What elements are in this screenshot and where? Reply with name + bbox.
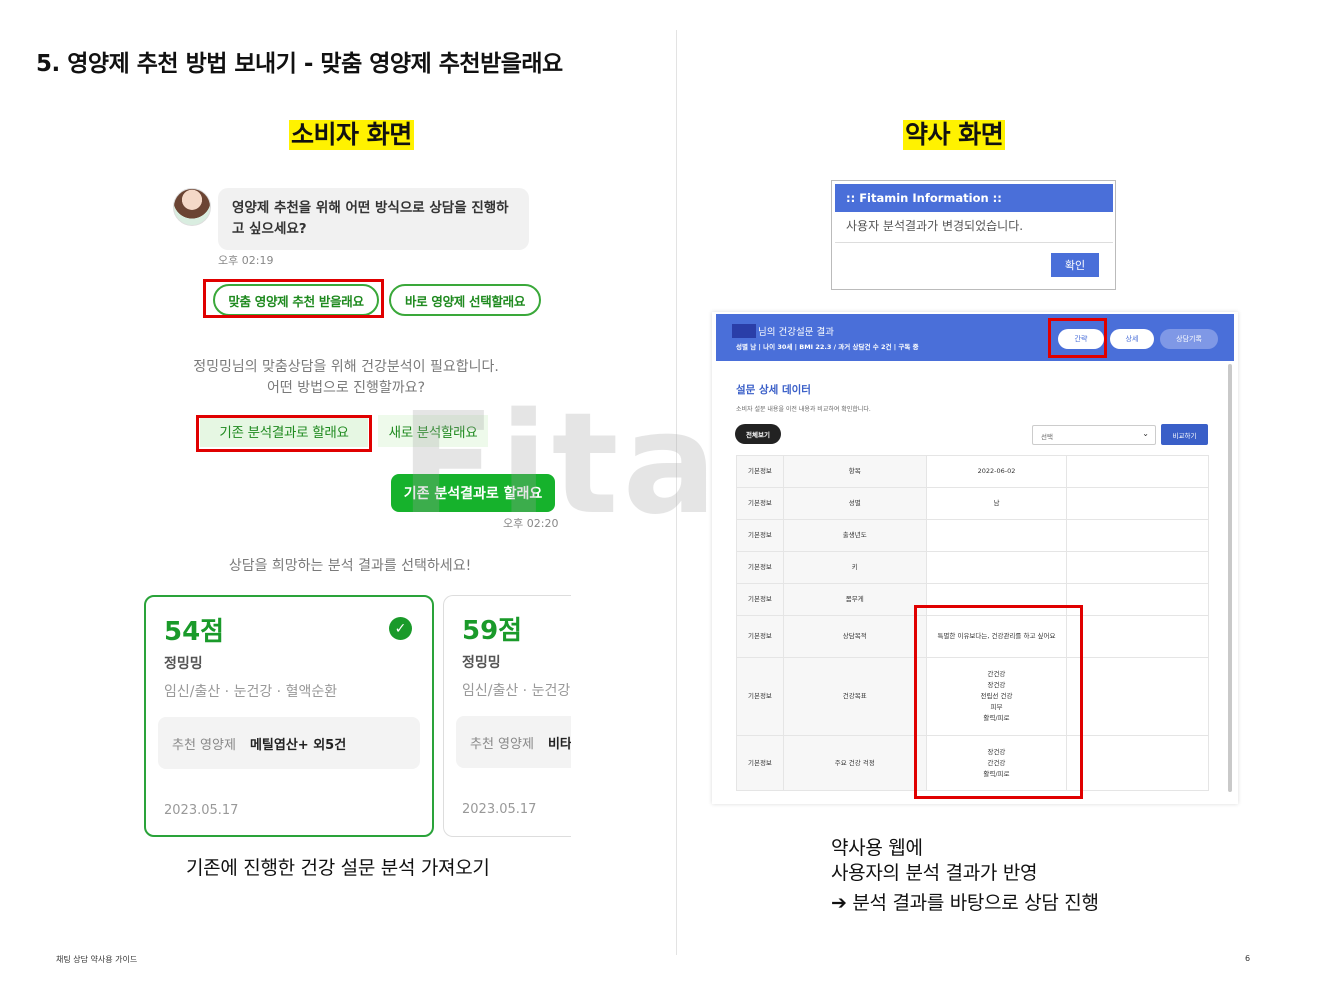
card-name: 정밍밍 [462, 655, 501, 671]
row-item: 항목 [783, 455, 927, 488]
row-item: 건강목표 [783, 657, 927, 736]
row-compare [1066, 657, 1209, 736]
consumer-heading: 소비자 화면 [289, 120, 414, 150]
row-category: 기본정보 [736, 583, 784, 616]
row-compare [1066, 455, 1209, 488]
row-item: 키 [783, 551, 927, 584]
card-score: 54점 [164, 617, 225, 647]
dialog-message: 사용자 분석결과가 변경되었습니다. [846, 219, 1024, 233]
highlight-box [196, 415, 372, 452]
column-divider [676, 30, 677, 955]
highlight-box [203, 279, 384, 318]
row-category: 기본정보 [736, 657, 784, 736]
table-row: 기본정보 키 [736, 551, 1209, 584]
result-card-selected[interactable]: 54점 ✓ 정밍밍 임신/출산 · 눈건강 · 혈액순환 추천 영양제 메틸엽산… [144, 595, 434, 837]
row-category: 기본정보 [736, 487, 784, 520]
card-score: 59점 [462, 616, 523, 646]
card-date: 2023.05.17 [462, 802, 537, 817]
row-category: 기본정보 [736, 519, 784, 552]
system-message: 정밍밍님의 맞춤상담을 위해 건강분석이 필요합니다. 어떤 방법으로 진행할까… [193, 359, 499, 396]
masked-name [732, 324, 756, 338]
footer-guide-title: 채팅 상담 약사용 가이드 [56, 955, 138, 964]
row-category: 기본정보 [736, 735, 784, 791]
page-title: 5. 영양제 추천 방법 보내기 - 맞춤 영양제 추천받을래요 [36, 51, 563, 77]
history-button[interactable]: 상담기록 [1160, 329, 1218, 349]
row-item: 출생년도 [783, 519, 927, 552]
rec-label: 추천 영양제 [172, 737, 236, 753]
check-icon: ✓ [389, 617, 412, 640]
row-compare [1066, 551, 1209, 584]
row-category: 기본정보 [736, 551, 784, 584]
row-value [926, 551, 1068, 584]
pharmacist-heading: 약사 화면 [903, 120, 1006, 150]
chat-bubble: 영양제 추천을 위해 어떤 방식으로 상담을 진행하고 싶으세요? [218, 188, 529, 250]
rec-label: 추천 영양제 [470, 736, 534, 752]
section-title: 설문 상세 데이터 [736, 384, 811, 396]
card-date: 2023.05.17 [164, 803, 239, 818]
message-time: 오후 02:20 [503, 517, 559, 530]
dialog-title: :: Fitamin Information :: [835, 184, 1113, 212]
consumer-caption: 기존에 진행한 건강 설문 분석 가져오기 [186, 857, 490, 879]
rec-value: 메틸엽산+ 외5건 [249, 737, 347, 753]
page-number: 6 [1245, 954, 1251, 963]
card-name: 정밍밍 [164, 656, 203, 672]
card-recommendation: 추천 영양제 비타 [456, 716, 571, 768]
chevron-down-icon: ⌄ [1142, 429, 1149, 438]
row-compare [1066, 615, 1209, 658]
compare-button[interactable]: 비교하기 [1161, 424, 1208, 445]
row-category: 기본정보 [736, 615, 784, 658]
dialog-ok-button[interactable]: 확인 [1051, 253, 1099, 277]
sent-message: 기존 분석결과로 할래요 [391, 474, 555, 512]
row-compare [1066, 583, 1209, 616]
web-subtitle: 성별 남 | 나이 30세 | BMI 22.3 / 과거 상담건 수 2건 |… [736, 343, 919, 351]
table-row: 기본정보 출생년도 [736, 519, 1209, 552]
scrollbar[interactable] [1228, 364, 1232, 792]
web-title: 님의 건강설문 결과 [758, 327, 834, 338]
info-dialog: :: Fitamin Information :: 사용자 분석결과가 변경되었… [831, 180, 1116, 290]
highlight-box [1048, 318, 1107, 358]
row-item: 성별 [783, 487, 927, 520]
counselor-avatar [173, 188, 211, 226]
highlight-box [914, 605, 1083, 799]
card-categories: 임신/출산 · 눈건강 · [462, 683, 571, 699]
detail-view-button[interactable]: 상세 [1110, 329, 1154, 349]
web-header: 님의 건강설문 결과 성별 남 | 나이 30세 | BMI 22.3 / 과거… [716, 314, 1234, 361]
row-compare [1066, 735, 1209, 791]
row-value: 2022-06-02 [926, 455, 1068, 488]
row-compare [1066, 487, 1209, 520]
pharmacist-caption-line1: 약사용 웹에 [831, 837, 923, 859]
rec-value: 비타 [547, 736, 571, 752]
row-compare [1066, 519, 1209, 552]
result-card[interactable]: 59점 정밍밍 임신/출산 · 눈건강 · 추천 영양제 비타 2023.05.… [443, 595, 571, 837]
table-row: 기본정보 항목 2022-06-02 [736, 455, 1209, 488]
pharmacist-caption-line2: 사용자의 분석 결과가 반영 [831, 862, 1038, 884]
row-item: 상담목적 [783, 615, 927, 658]
message-time: 오후 02:19 [218, 254, 274, 267]
row-item: 몸무게 [783, 583, 927, 616]
card-categories: 임신/출산 · 눈건강 · 혈액순환 [164, 684, 338, 700]
select-prompt: 상담을 희망하는 분석 결과를 선택하세요! [228, 558, 472, 574]
pharmacist-caption-line3: ➔ 분석 결과를 바탕으로 상담 진행 [831, 892, 1099, 914]
table-row: 기본정보 성별 남 [736, 487, 1209, 520]
row-value: 남 [926, 487, 1068, 520]
select-value: 선택 [1041, 433, 1053, 441]
new-analysis-button[interactable]: 새로 분석할래요 [378, 415, 488, 447]
compare-select[interactable]: 선택 ⌄ [1032, 425, 1156, 445]
direct-select-button[interactable]: 바로 영양제 선택할래요 [389, 284, 541, 316]
row-item: 주요 건강 걱정 [783, 735, 927, 791]
dialog-divider [835, 242, 1113, 243]
card-recommendation: 추천 영양제 메틸엽산+ 외5건 [158, 717, 420, 769]
pharmacist-web-panel: 님의 건강설문 결과 성별 남 | 나이 30세 | BMI 22.3 / 과거… [712, 312, 1238, 804]
view-all-button[interactable]: 전체보기 [735, 424, 781, 444]
row-category: 기본정보 [736, 455, 784, 488]
row-value [926, 519, 1068, 552]
section-subtitle: 소비자 설문 내용을 이전 내용과 비교하여 확인합니다. [736, 406, 871, 413]
